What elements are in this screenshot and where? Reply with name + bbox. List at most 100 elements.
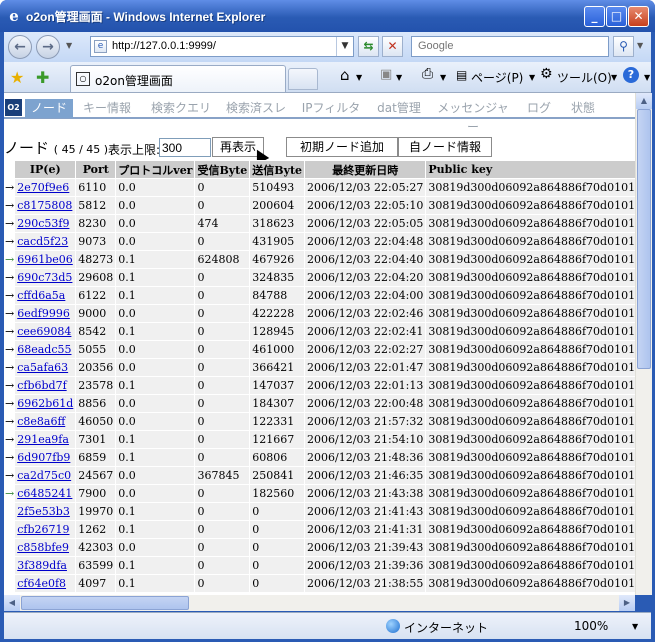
scroll-right-icon[interactable]: ▶ xyxy=(619,595,635,611)
feeds-icon[interactable]: ▣ xyxy=(380,67,392,82)
vertical-scroll-thumb[interactable] xyxy=(637,109,651,369)
maximize-button[interactable]: □ xyxy=(606,6,627,27)
cell-port: 5055 xyxy=(75,340,117,359)
node-ip-link[interactable]: c858bfe9 xyxy=(17,541,69,554)
help-dropdown-icon[interactable]: ▼ xyxy=(644,73,650,82)
node-ip-link[interactable]: cfb6bd7f xyxy=(17,379,66,392)
help-icon[interactable]: ? xyxy=(623,67,639,83)
scroll-left-icon[interactable]: ◀ xyxy=(4,595,20,611)
menu-item-messenger[interactable]: メッセンジャー xyxy=(432,99,514,134)
cell-protocol: 0.0 xyxy=(115,196,196,215)
back-button[interactable]: ← xyxy=(8,35,32,59)
cell-ip: c8175808 xyxy=(14,196,77,215)
cell-last-update: 2006/12/03 22:04:40 xyxy=(304,250,427,269)
page-dropdown-icon[interactable]: ▼ xyxy=(529,73,535,82)
node-ip-link[interactable]: ca2d75c0 xyxy=(17,469,71,482)
limit-input[interactable] xyxy=(159,138,211,157)
tools-menu[interactable]: ツール(O) xyxy=(557,69,612,86)
cell-sent: 422228 xyxy=(249,304,306,323)
search-box[interactable] xyxy=(411,36,609,57)
cell-protocol: 0.1 xyxy=(115,520,196,539)
new-tab-button[interactable] xyxy=(288,68,318,90)
home-dropdown-icon[interactable]: ▼ xyxy=(356,73,362,82)
node-ip-link[interactable]: ca5afa63 xyxy=(17,361,68,374)
close-button[interactable]: ✕ xyxy=(628,6,649,27)
table-row: → c6485241 7900 0.0 0 182560 2006/12/03 21:43:… xyxy=(4,484,635,503)
node-ip-link[interactable]: 290c53f9 xyxy=(17,217,69,230)
add-favorites-icon[interactable]: ✚ xyxy=(36,68,49,87)
address-bar[interactable]: e http://127.0.0.1:9999/ ▼ xyxy=(90,36,354,57)
history-dropdown-icon[interactable]: ▼ xyxy=(66,41,72,50)
cell-protocol: 0.0 xyxy=(115,340,196,359)
url-text[interactable]: http://127.0.0.1:9999/ xyxy=(112,40,216,52)
zoom-dropdown-icon[interactable]: ▼ xyxy=(632,622,638,631)
home-icon[interactable]: ⌂ xyxy=(340,66,350,84)
cell-received: 0 xyxy=(194,394,251,413)
menu-item-ip-filter[interactable]: IPフィルタ xyxy=(301,99,361,118)
node-ip-link[interactable]: 690c73d5 xyxy=(17,271,72,284)
node-ip-link[interactable]: 2e70f9e6 xyxy=(17,181,69,194)
menu-item-node[interactable]: ノード xyxy=(25,99,73,118)
node-ip-link[interactable]: 3f389dfa xyxy=(17,559,67,572)
node-ip-link[interactable]: 68eadc55 xyxy=(17,343,71,356)
self-node-info-button[interactable]: 自ノード情報 xyxy=(398,137,492,157)
navigation-bar: ← → ▼ e http://127.0.0.1:9999/ ▼ ⇆ ✕ ⚲ ▼ xyxy=(4,32,651,62)
search-input[interactable] xyxy=(416,39,605,53)
node-ip-link[interactable]: 291ea9fa xyxy=(17,433,69,446)
node-ip-link[interactable]: 6edf9996 xyxy=(17,307,70,320)
menu-item-dat[interactable]: dat管理 xyxy=(373,99,425,118)
menu-item-status[interactable]: 状態 xyxy=(565,99,601,118)
cell-sent: 324835 xyxy=(249,268,306,287)
search-options-icon[interactable]: ▼ xyxy=(637,41,643,50)
tab-label[interactable]: o2on管理画面 xyxy=(95,72,173,89)
browser-tab[interactable]: ○ o2on管理画面 xyxy=(70,65,286,92)
cell-received: 0 xyxy=(194,178,251,197)
page-menu[interactable]: ページ(P) xyxy=(471,69,523,86)
favorites-star-icon[interactable]: ★ xyxy=(10,68,24,87)
node-ip-link[interactable]: c8e8a6ff xyxy=(17,415,65,428)
table-row: → ca2d75c0 24567 0.0 367845 250841 2006/12/03 … xyxy=(4,466,635,485)
print-icon[interactable]: ⎙ xyxy=(422,66,433,82)
cell-port: 6122 xyxy=(75,286,117,305)
node-ip-link[interactable]: 6d907fb9 xyxy=(17,451,70,464)
tools-dropdown-icon[interactable]: ▼ xyxy=(611,73,617,82)
cell-protocol: 0.1 xyxy=(115,322,196,341)
cell-port: 8230 xyxy=(75,214,117,233)
address-dropdown-icon[interactable]: ▼ xyxy=(336,37,353,56)
node-ip-link[interactable]: cffd6a5a xyxy=(17,289,65,302)
node-ip-link[interactable]: 2f5e53b3 xyxy=(17,505,70,518)
menu-item-search-query[interactable]: 検索クエリ xyxy=(147,99,215,118)
horizontal-scroll-thumb[interactable] xyxy=(21,596,189,610)
scroll-up-icon[interactable]: ▲ xyxy=(636,93,652,109)
zoom-level[interactable]: 100% xyxy=(574,619,608,633)
node-ip-link[interactable]: c6485241 xyxy=(17,487,72,500)
table-row: → ca5afa63 20356 0.0 0 366421 2006/12/03 22:01… xyxy=(4,358,635,377)
horizontal-scrollbar[interactable]: ◀ ▶ xyxy=(4,595,635,611)
table-row: → 290c53f9 8230 0.0 474 318623 2006/12/03 22:0… xyxy=(4,214,635,233)
feeds-dropdown-icon[interactable]: ▼ xyxy=(396,73,402,82)
menu-item-keys[interactable]: キー情報 xyxy=(79,99,135,118)
cell-public-key: 30819d300d06092a864886f70d01010105000381 xyxy=(425,556,635,575)
node-ip-link[interactable]: 6962b61d xyxy=(17,397,73,410)
node-ip-link[interactable]: cee69084 xyxy=(17,325,71,338)
forward-button[interactable]: → xyxy=(36,35,60,59)
table-row: 2f5e53b3 19970 0.1 0 0 2006/12/03 21:41:43 308… xyxy=(4,502,635,521)
menu-item-log[interactable]: ログ xyxy=(524,99,554,118)
vertical-scrollbar[interactable]: ▲ xyxy=(635,93,652,595)
cell-protocol: 0.1 xyxy=(115,448,196,467)
menu-item-searched-threads[interactable]: 検索済スレ xyxy=(222,99,290,118)
minimize-button[interactable]: _ xyxy=(584,6,605,27)
node-ip-link[interactable]: cf64e0f8 xyxy=(17,577,66,590)
cell-sent: 510493 xyxy=(249,178,306,197)
add-initial-nodes-button[interactable]: 初期ノード追加 xyxy=(286,137,398,157)
node-ip-link[interactable]: 6961be06 xyxy=(17,253,73,266)
refresh-icon[interactable]: ⇆ xyxy=(358,36,379,57)
cell-ip: 68eadc55 xyxy=(14,340,77,359)
print-dropdown-icon[interactable]: ▼ xyxy=(440,73,446,82)
node-ip-link[interactable]: cfb26719 xyxy=(17,523,69,536)
stop-icon[interactable]: ✕ xyxy=(382,36,403,57)
search-icon[interactable]: ⚲ xyxy=(613,36,634,57)
cell-received: 0 xyxy=(194,538,251,557)
node-ip-link[interactable]: cacd5f23 xyxy=(17,235,68,248)
node-ip-link[interactable]: c8175808 xyxy=(17,199,72,212)
